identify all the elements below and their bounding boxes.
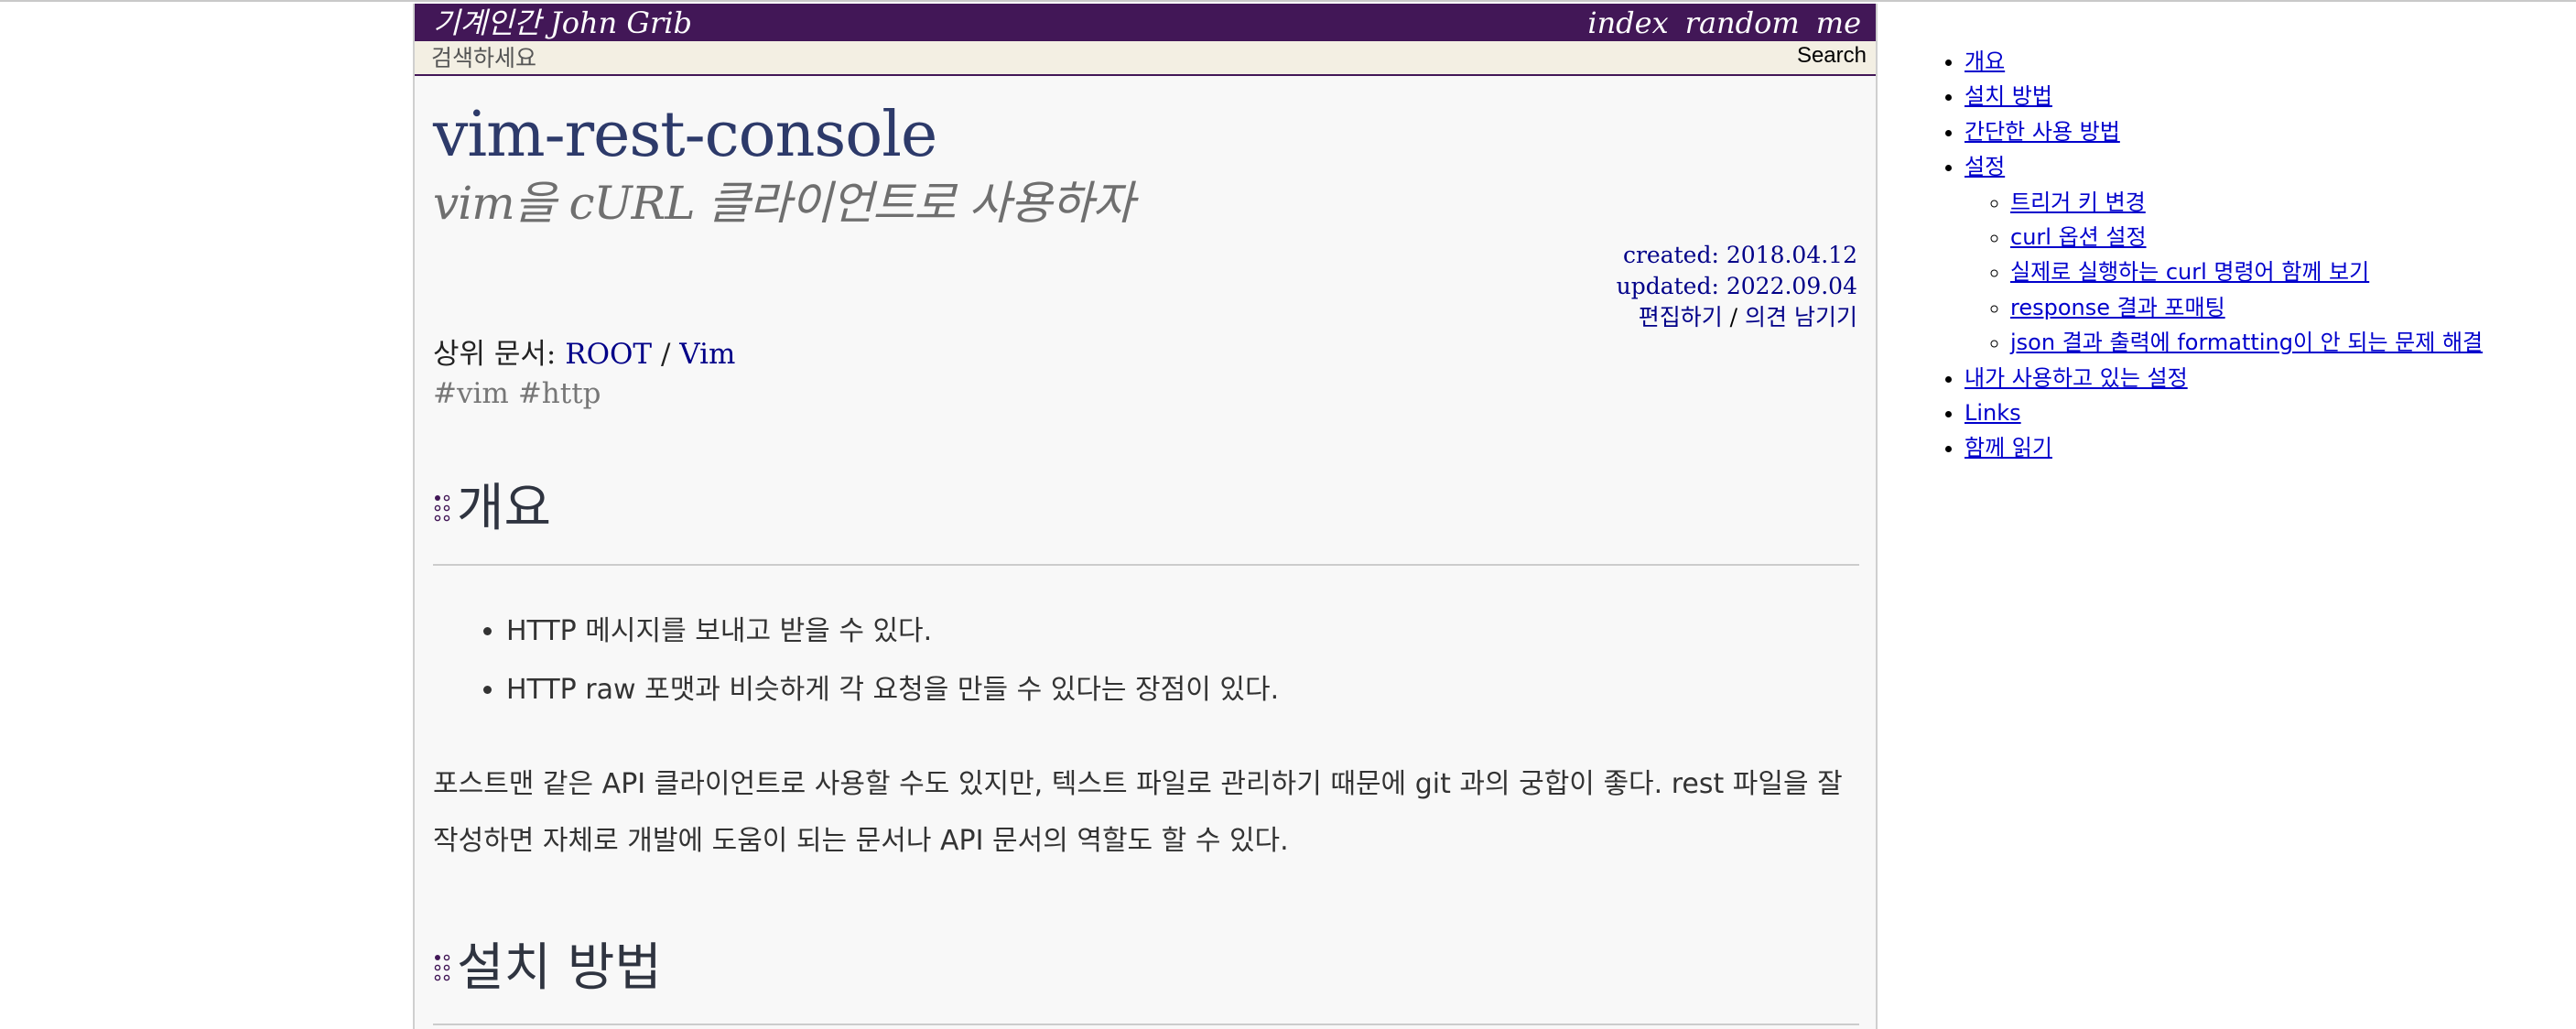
toc-subitem: 트리거 키 변경 <box>2010 185 2483 220</box>
edit-link[interactable]: 편집하기 <box>1639 304 1723 330</box>
toc-link-install[interactable]: 설치 방법 <box>1964 83 2052 109</box>
toc-link-links[interactable]: Links <box>1964 400 2021 426</box>
section-heading-overview: 개요 <box>433 471 1859 566</box>
search-input[interactable] <box>431 44 1621 71</box>
tag-list: #vim #http <box>433 374 611 413</box>
list-item: HTTP raw 포맷과 비슷하게 각 요청을 만들 수 있다는 장점이 있다. <box>506 670 1279 710</box>
section-heading-text: 설치 방법 <box>457 938 662 998</box>
top-border <box>0 0 2576 2</box>
toc-subitem: 실제로 실행하는 curl 명령어 함께 보기 <box>2010 255 2483 289</box>
toc-link-trigger-key[interactable]: 트리거 키 변경 <box>2010 190 2146 215</box>
toc-item: 개요 <box>1964 44 2483 79</box>
toc-link-show-curl-command[interactable]: 실제로 실행하는 curl 명령어 함께 보기 <box>2010 259 2369 285</box>
toc-item: 간단한 사용 방법 <box>1964 114 2483 149</box>
breadcrumb-separator: / <box>652 338 680 371</box>
nav-index-link[interactable]: index <box>1587 6 1668 39</box>
toc-link-basic-usage[interactable]: 간단한 사용 방법 <box>1964 119 2120 145</box>
toc-link-overview[interactable]: 개요 <box>1964 49 2005 74</box>
top-nav: index random me <box>1587 6 1861 39</box>
toc-link-read-together[interactable]: 함께 읽기 <box>1964 435 2052 460</box>
nav-me-link[interactable]: me <box>1816 6 1861 39</box>
overview-bullet-list: HTTP 메시지를 보내고 받을 수 있다. HTTP raw 포맷과 비슷하게… <box>433 612 1279 729</box>
search-button[interactable]: Search <box>1797 43 1867 69</box>
breadcrumb-label: 상위 문서: <box>433 338 566 371</box>
nav-random-link[interactable]: random <box>1685 6 1800 39</box>
toc-sublist: 트리거 키 변경 curl 옵션 설정 실제로 실행하는 curl 명령어 함께… <box>1964 185 2483 361</box>
toc-item: 설정 트리거 키 변경 curl 옵션 설정 실제로 실행하는 curl 명령어… <box>1964 149 2483 360</box>
site-brand-link[interactable]: 기계인간 John Grib <box>433 6 692 39</box>
section-heading-text: 개요 <box>457 479 552 538</box>
page-subtitle: vim을 cURL 클라이언트로 사용하자 <box>433 177 1134 230</box>
toc-item: 함께 읽기 <box>1964 430 2483 465</box>
breadcrumb-vim-link[interactable]: Vim <box>679 338 735 371</box>
site-header: 기계인간 John Grib index random me <box>415 4 1876 42</box>
toc-link-curl-options[interactable]: curl 옵션 설정 <box>2010 224 2147 250</box>
section-heading-install: 설치 방법 <box>433 930 1859 1025</box>
toc-subitem: json 결과 출력에 formatting이 안 되는 문제 해결 <box>2010 325 2483 360</box>
toc-subitem: curl 옵션 설정 <box>2010 220 2483 255</box>
toc-link-json-formatting-fix[interactable]: json 결과 출력에 formatting이 안 되는 문제 해결 <box>2010 330 2483 355</box>
list-item: HTTP 메시지를 보내고 받을 수 있다. <box>506 612 1279 652</box>
created-date-link[interactable]: created: 2018.04.12 <box>1623 242 1857 268</box>
toc-link-response-formatting[interactable]: response 결과 포매팅 <box>2010 295 2225 320</box>
comment-link[interactable]: 의견 남기기 <box>1745 304 1857 330</box>
toc-item: Links <box>1964 395 2483 430</box>
page-title: vim-rest-console <box>433 99 937 171</box>
breadcrumb-root-link[interactable]: ROOT <box>565 338 652 371</box>
search-bar: Search <box>415 41 1876 76</box>
toc-item: 설치 방법 <box>1964 79 2483 114</box>
tag-vim[interactable]: #vim <box>433 377 509 410</box>
main-column: 기계인간 John Grib index random me Search vi… <box>413 4 1878 1029</box>
updated-date-link[interactable]: updated: 2022.09.04 <box>1617 273 1857 299</box>
tag-http[interactable]: #http <box>518 377 601 410</box>
overview-paragraph: 포스트맨 같은 API 클라이언트로 사용할 수도 있지만, 텍스트 파일로 관… <box>433 768 1843 857</box>
table-of-contents: 개요 설치 방법 간단한 사용 방법 설정 트리거 키 변경 curl 옵션 설… <box>1937 44 2483 466</box>
heading-dots-icon[interactable] <box>433 493 453 525</box>
toc-link-settings[interactable]: 설정 <box>1964 154 2005 179</box>
toc-subitem: response 결과 포매팅 <box>2010 290 2483 325</box>
meta-separator: / <box>1729 304 1738 330</box>
document-meta: created: 2018.04.12 updated: 2022.09.04 … <box>1617 240 1857 333</box>
heading-dots-icon[interactable] <box>433 952 453 985</box>
toc-link-my-settings[interactable]: 내가 사용하고 있는 설정 <box>1964 365 2188 391</box>
breadcrumb: 상위 문서: ROOT / Vim <box>433 335 735 374</box>
toc-item: 내가 사용하고 있는 설정 <box>1964 361 2483 395</box>
